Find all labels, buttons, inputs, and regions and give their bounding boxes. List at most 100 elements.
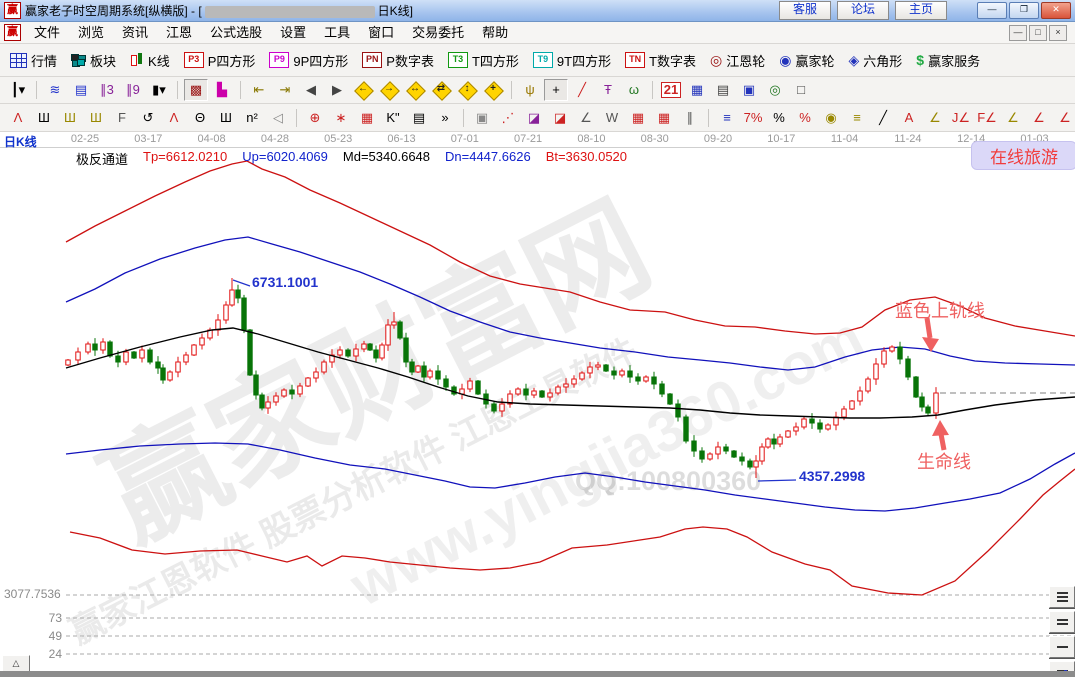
menu-item-9[interactable]: 帮助 [473,23,517,43]
percent-line-icon[interactable]: % [793,107,817,129]
fib-strokes-icon[interactable]: F [110,107,134,129]
close-button[interactable]: ✕ [1041,2,1071,19]
gold-strokes-icon[interactable]: Ш [58,107,82,129]
minimize-button[interactable]: — [977,2,1007,19]
candle-style-icon[interactable]: ▮▾ [147,79,171,101]
menu-item-1[interactable]: 浏览 [69,23,113,43]
speed-angle-icon[interactable]: ∠ [1027,107,1051,129]
menu-item-3[interactable]: 江恩 [157,23,201,43]
grid-strokes-icon[interactable]: Ш [32,107,56,129]
fan-box-red-icon[interactable]: ◪ [548,107,572,129]
zigzag-icon[interactable]: W [600,107,624,129]
last-page-icon[interactable]: ⇥ [273,79,297,101]
p-number-table-button[interactable]: PNP数字表 [358,49,438,72]
stretch-horizontal-icon[interactable]: ↔ [403,79,427,101]
winner-service-button[interactable]: $赢家服务 [912,49,984,72]
p9-square-button[interactable]: P99P四方形 [265,49,352,72]
first-page-icon[interactable]: ⇤ [247,79,271,101]
fit-all-icon[interactable]: + [481,79,505,101]
gold-coin-icon[interactable]: ◉ [819,107,843,129]
gann-wheel-button[interactable]: ◎江恩轮 [706,49,769,72]
mdi-close-button[interactable]: × [1049,25,1067,41]
j-angle-icon[interactable]: J∠ [949,107,973,129]
red-grid-icon[interactable]: ▦ [626,107,650,129]
gann-fan-icon[interactable]: ⋰ [496,107,520,129]
gold-angle-icon[interactable]: ∠ [923,107,947,129]
menu-item-8[interactable]: 交易委托 [403,23,473,43]
kline-chart[interactable] [0,148,1075,672]
star-icon[interactable]: ∗ [329,107,353,129]
calendar-icon[interactable]: 21 [659,79,683,101]
spiral-icon[interactable]: ↺ [136,107,160,129]
gold-angle2-icon[interactable]: ∠ [1001,107,1025,129]
period-selector-icon[interactable]: ┃▾ [6,79,30,101]
theme-icon[interactable]: ▩ [184,79,208,101]
restore-button[interactable]: ❐ [1009,2,1039,19]
t9-square-button[interactable]: T99T四方形 [529,49,615,72]
window-box-icon[interactable]: ▣ [470,107,494,129]
mdi-restore-button[interactable]: □ [1029,25,1047,41]
gann-grid-tool-icon[interactable]: Ŧ [596,79,620,101]
f-angle-icon[interactable]: F∠ [975,107,999,129]
menu-item-7[interactable]: 窗口 [359,23,403,43]
red-grid2-icon[interactable]: ▦ [652,107,676,129]
win-angle-icon[interactable]: ∠ [1053,107,1075,129]
pane-layout-three-button[interactable] [1049,586,1075,608]
menu-item-2[interactable]: 资讯 [113,23,157,43]
angle-lines-icon[interactable]: ∠ [574,107,598,129]
hand-tool-icon[interactable]: ψ [518,79,542,101]
shrink-horizontal-icon[interactable]: ⇄ [429,79,453,101]
percent-icon[interactable]: % [767,107,791,129]
pane-layout-one-button[interactable] [1049,636,1075,658]
grid-box-icon[interactable]: ▦ [355,107,379,129]
next-page-icon[interactable]: ▶ [325,79,349,101]
t-number-table-button[interactable]: TNT数字表 [621,49,700,72]
bottom-resize-bar[interactable] [0,671,1075,677]
volume-colors-icon[interactable]: ▙ [210,79,234,101]
crosshair-tool-icon[interactable]: + [544,79,568,101]
bars-3-icon[interactable]: ∥3 [95,79,119,101]
gold-lines-icon[interactable]: ≡ [845,107,869,129]
time-circle-icon[interactable]: Θ [188,107,212,129]
network-icon[interactable]: ◎ [763,79,787,101]
notes-icon[interactable]: ▤ [711,79,735,101]
stretch-vertical-icon[interactable]: ↕ [455,79,479,101]
forum-button[interactable]: 论坛 [837,1,889,20]
menu-item-6[interactable]: 工具 [315,23,359,43]
more-tools-icon[interactable]: » [433,107,457,129]
winner-wheel-button[interactable]: ◉赢家轮 [775,49,838,72]
kline-button[interactable]: K线 [126,49,174,72]
trend-line-tool-icon[interactable]: ╱ [570,79,594,101]
stock-pool-icon[interactable]: ≋ [43,79,67,101]
menu-item-4[interactable]: 公式选股 [201,23,271,43]
hexagon-button[interactable]: ◈六角形 [845,49,907,72]
gold-strokes2-icon[interactable]: Ш [84,107,108,129]
dividers-tool-icon[interactable]: Λ [6,107,30,129]
info-list-icon[interactable]: ▤ [69,79,93,101]
menu-item-5[interactable]: 设置 [271,23,315,43]
sectors-button[interactable]: 板块 [67,49,120,72]
t-square-button[interactable]: T3T四方形 [444,49,523,72]
k-notation-icon[interactable]: K" [381,107,405,129]
crosshair-circle-icon[interactable]: ⊕ [303,107,327,129]
pan-left-icon[interactable]: ← [351,79,375,101]
customer-service-button[interactable]: 客服 [779,1,831,20]
a-wave-icon[interactable]: A [897,107,921,129]
ruler-icon[interactable]: ▤ [407,107,431,129]
n-square-icon[interactable]: n² [240,107,264,129]
price-scale-icon[interactable]: ≡ [715,107,739,129]
fan-box-icon[interactable]: ◪ [522,107,546,129]
percent7-icon[interactable]: 7% [741,107,765,129]
wave-tool-icon[interactable]: ω [622,79,646,101]
menu-item-0[interactable]: 文件 [25,23,69,43]
parallel-lines-icon[interactable]: ∥ [678,107,702,129]
p-square-button[interactable]: P3P四方形 [180,49,260,72]
quotes-button[interactable]: 行情 [6,49,61,72]
prev-page-icon[interactable]: ◀ [299,79,323,101]
data-matrix-icon[interactable]: ▦ [685,79,709,101]
angle-dividers-icon[interactable]: Λ [162,107,186,129]
homepage-button[interactable]: 主页 [895,1,947,20]
pan-right-icon[interactable]: → [377,79,401,101]
flag-icon[interactable]: ◁ [266,107,290,129]
print-icon[interactable]: □ [789,79,813,101]
